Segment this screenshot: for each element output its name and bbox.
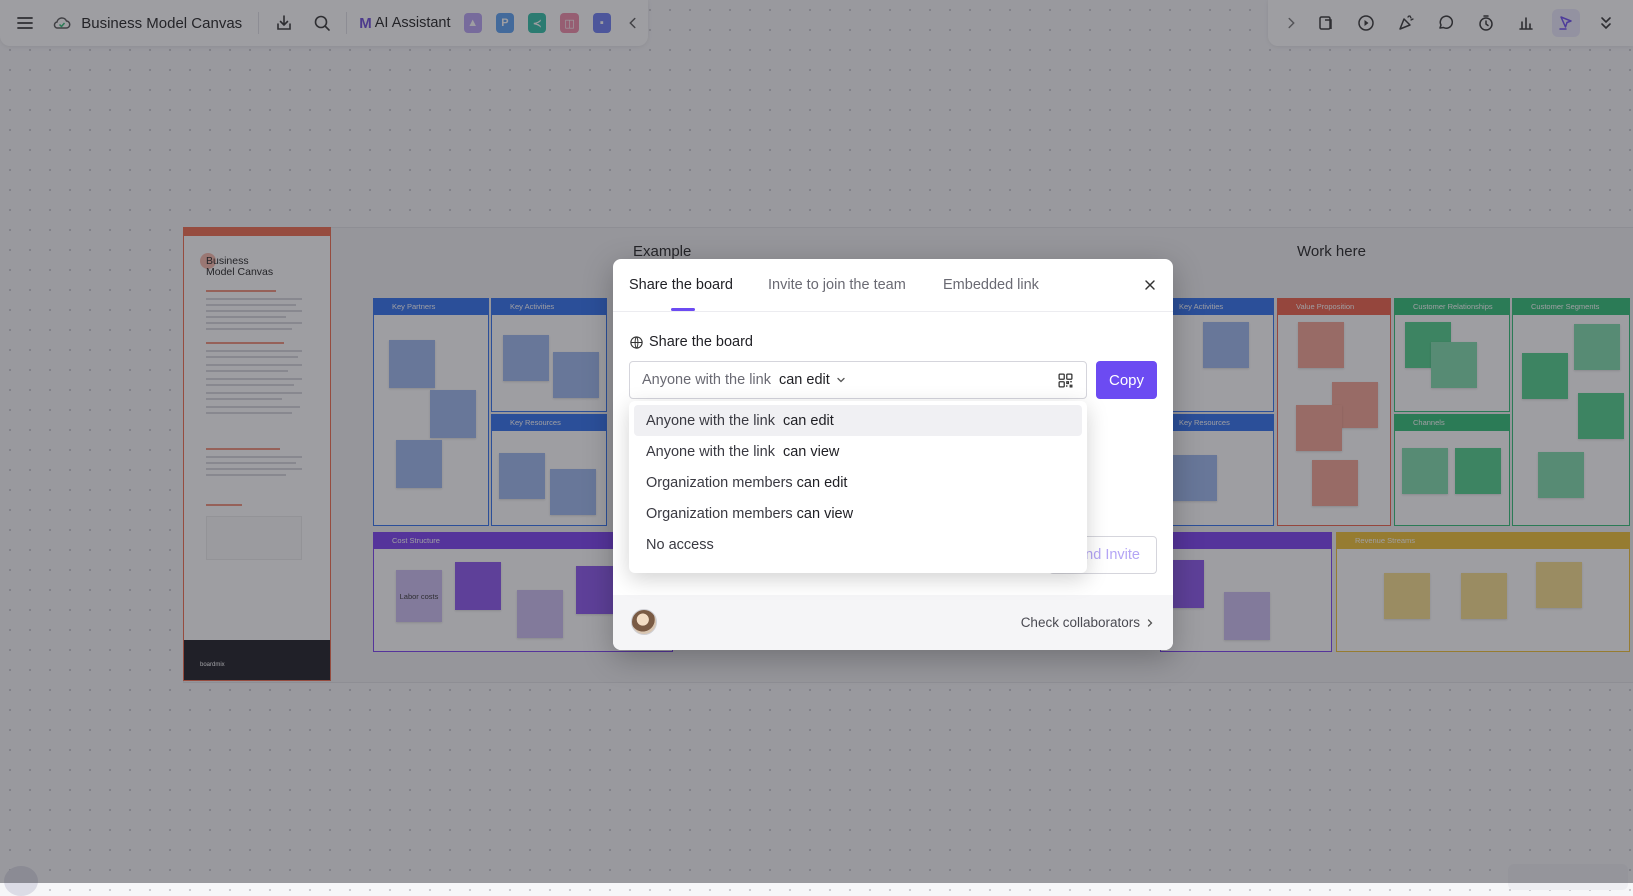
copy-button[interactable]: Copy xyxy=(1096,361,1157,399)
tab-embedded-link[interactable]: Embedded link xyxy=(943,277,1039,293)
option-no-access[interactable]: No access xyxy=(634,529,1082,560)
option-permission: can edit xyxy=(782,412,834,429)
globe-icon xyxy=(630,335,643,349)
option-permission: can view xyxy=(796,505,854,522)
tab-share-the-board[interactable]: Share the board xyxy=(629,277,733,293)
link-permission-select[interactable]: Anyone with the link can edit xyxy=(629,361,1087,399)
option-org-can-edit[interactable]: Organization members can edit xyxy=(634,467,1082,498)
qr-code-icon[interactable] xyxy=(1057,372,1074,389)
link-permission-dropdown: Anyone with the link can edit Anyone wit… xyxy=(629,401,1087,573)
option-anyone-can-edit[interactable]: Anyone with the link can edit xyxy=(634,405,1082,436)
link-permission-value: can edit xyxy=(778,372,830,388)
option-prefix: Anyone with the link xyxy=(646,443,775,460)
share-section-title: Share the board xyxy=(649,334,753,350)
dialog-footer: Check collaborators xyxy=(613,595,1173,650)
share-section-label: Share the board xyxy=(629,334,753,350)
option-prefix: Anyone with the link xyxy=(646,412,775,429)
close-icon[interactable] xyxy=(1140,275,1160,295)
check-collaborators-link[interactable]: Check collaborators xyxy=(1021,615,1155,630)
active-tab-indicator xyxy=(671,308,695,311)
option-anyone-can-view[interactable]: Anyone with the link can view xyxy=(634,436,1082,467)
check-collaborators-label: Check collaborators xyxy=(1020,615,1140,630)
option-permission: can edit xyxy=(796,474,848,491)
option-permission: can view xyxy=(782,443,840,460)
chevron-down-icon xyxy=(837,377,845,383)
chevron-right-icon xyxy=(1147,618,1153,627)
option-prefix: Organization members xyxy=(646,474,793,491)
tab-invite-to-team[interactable]: Invite to join the team xyxy=(768,277,906,293)
option-prefix: No access xyxy=(646,536,714,553)
option-org-can-view[interactable]: Organization members can view xyxy=(634,498,1082,529)
avatar[interactable] xyxy=(631,609,657,635)
link-permission-prefix: Anyone with the link xyxy=(642,372,771,388)
share-tabs: Share the board Invite to join the team … xyxy=(613,259,1173,312)
option-prefix: Organization members xyxy=(646,505,793,522)
